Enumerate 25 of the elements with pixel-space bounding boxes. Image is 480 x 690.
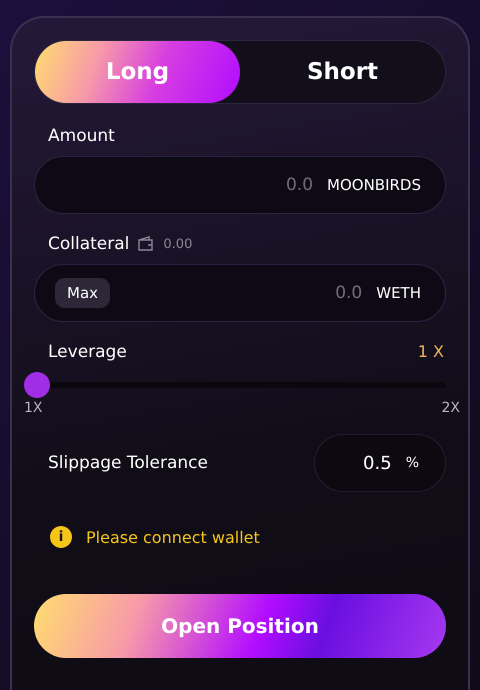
collateral-input[interactable]: 0.0 xyxy=(122,282,364,304)
open-position-button[interactable]: Open Position xyxy=(34,594,446,658)
wallet-icon xyxy=(137,236,156,252)
unit-label: % xyxy=(406,455,419,471)
tick-label: 2X xyxy=(442,400,460,416)
amount-field[interactable]: 0.0 MOONBIRDS xyxy=(34,156,446,214)
unit-label: WETH xyxy=(376,284,421,302)
collateral-field[interactable]: Max 0.0 WETH xyxy=(34,264,446,322)
slippage-field[interactable]: 0.5 % xyxy=(314,434,446,492)
field-label: Slippage Tolerance xyxy=(48,453,208,473)
info-icon: i xyxy=(50,526,72,548)
warning-text: Please connect wallet xyxy=(86,528,260,546)
max-button[interactable]: Max xyxy=(55,278,110,308)
slippage-value: 0.5 xyxy=(363,452,392,474)
tick-label: 1X xyxy=(24,400,42,416)
field-label: Collateral xyxy=(48,234,130,254)
unit-label: MOONBIRDS xyxy=(327,176,421,194)
slider-thumb[interactable] xyxy=(24,372,50,398)
field-label: Leverage xyxy=(48,342,127,362)
amount-input[interactable]: 0.0 xyxy=(55,174,316,196)
tab[interactable]: Short xyxy=(240,41,445,103)
field-label: Amount xyxy=(48,126,115,146)
leverage-slider[interactable] xyxy=(24,374,446,396)
leverage-value: 1 X xyxy=(418,342,444,362)
balance-text: 0.00 xyxy=(163,236,192,252)
